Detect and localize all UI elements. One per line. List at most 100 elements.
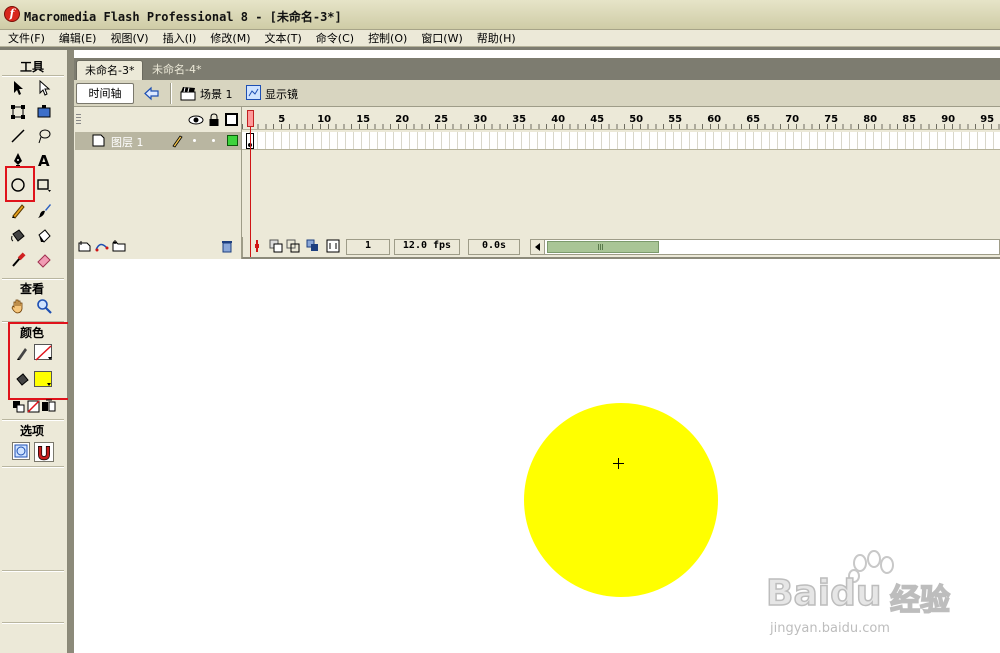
modify-onion-markers-icon[interactable] bbox=[326, 239, 340, 253]
fill-color-label bbox=[12, 370, 32, 390]
scene-label[interactable]: 场景 1 bbox=[200, 86, 233, 102]
lasso-tool[interactable] bbox=[34, 126, 54, 146]
menu-commands[interactable]: 命令(C) bbox=[308, 30, 360, 47]
ruler-label: 65 bbox=[746, 114, 761, 125]
window-title: Macromedia Flash Professional 8 - [未命名-3… bbox=[24, 10, 342, 24]
watermark-product: 经验 bbox=[889, 582, 951, 619]
menu-text[interactable]: 文本(T) bbox=[256, 30, 307, 47]
stage[interactable]: Baidu 经验 jingyan.baidu.com bbox=[74, 261, 1000, 653]
stage-view-icon bbox=[246, 85, 261, 100]
pencil-icon bbox=[12, 204, 25, 219]
yellow-circle[interactable] bbox=[524, 403, 718, 597]
stage-view-label[interactable]: 显示镜 bbox=[265, 86, 298, 102]
back-button[interactable] bbox=[142, 84, 162, 103]
ruler-label: 60 bbox=[707, 114, 722, 125]
onion-markers-glyph-icon bbox=[326, 239, 340, 253]
object-drawing-button[interactable] bbox=[12, 442, 30, 460]
stroke-color-label bbox=[12, 343, 32, 363]
free-transform-tool[interactable] bbox=[8, 102, 28, 122]
menu-modify[interactable]: 修改(M) bbox=[202, 30, 256, 47]
frames-row[interactable] bbox=[242, 132, 1000, 150]
ruler-label: 45 bbox=[590, 114, 605, 125]
menu-view[interactable]: 视图(V) bbox=[102, 30, 154, 47]
ruler-label: 10 bbox=[317, 114, 332, 125]
visibility-dot[interactable] bbox=[193, 139, 196, 142]
subselection-tool[interactable] bbox=[34, 78, 54, 98]
transform-icon bbox=[11, 105, 25, 119]
controls-divider bbox=[242, 237, 243, 257]
drag-grip-icon[interactable] bbox=[76, 114, 81, 126]
view-title: 查看 bbox=[19, 282, 44, 296]
oval-tool-highlight bbox=[5, 166, 35, 202]
tools-divider bbox=[2, 419, 64, 421]
hand-icon bbox=[11, 299, 23, 314]
tools-divider bbox=[2, 570, 64, 572]
tab-untitled-4[interactable]: 未命名-4* bbox=[144, 60, 209, 80]
fill-bucket-icon bbox=[16, 373, 29, 386]
snap-to-objects-button[interactable] bbox=[34, 442, 54, 462]
fill-color-swatch[interactable] bbox=[34, 371, 52, 387]
eraser-icon bbox=[37, 254, 51, 268]
ink-bottle-tool[interactable] bbox=[8, 226, 28, 246]
center-frame-icon[interactable] bbox=[250, 239, 264, 253]
stage-view-glyph-icon bbox=[246, 85, 261, 100]
menu-window[interactable]: 窗口(W) bbox=[413, 30, 468, 47]
add-motion-guide-icon[interactable] bbox=[95, 239, 109, 253]
paint-bucket-tool[interactable] bbox=[34, 226, 54, 246]
menu-help[interactable]: 帮助(H) bbox=[469, 30, 522, 47]
layer-page-icon bbox=[92, 134, 105, 147]
grip-icon bbox=[598, 244, 604, 250]
flash-app-icon[interactable]: f bbox=[4, 6, 20, 22]
delete-layer-icon[interactable] bbox=[220, 239, 234, 253]
scroll-left-button[interactable] bbox=[531, 240, 545, 254]
tools-divider bbox=[2, 466, 64, 468]
outline-color-swatch[interactable] bbox=[227, 135, 238, 146]
menu-edit[interactable]: 编辑(E) bbox=[51, 30, 103, 47]
eyedropper-icon bbox=[12, 252, 26, 267]
ruler-label: 25 bbox=[434, 114, 449, 125]
ruler-label: 70 bbox=[785, 114, 800, 125]
menu-bar: 文件(F) 编辑(E) 视图(V) 插入(I) 修改(M) 文本(T) 命令(C) 控制(O)… bbox=[0, 30, 1000, 47]
frame-ruler[interactable]: 15101520253035404550556065707580859095 bbox=[242, 110, 1000, 130]
layer-row[interactable]: 图层 1 bbox=[75, 132, 241, 150]
lock-icon[interactable] bbox=[208, 113, 220, 127]
stroke-color-swatch[interactable] bbox=[34, 344, 52, 361]
eye-icon[interactable] bbox=[188, 113, 204, 127]
gradient-transform-tool[interactable] bbox=[34, 102, 54, 122]
onion-skin-outlines-icon[interactable] bbox=[286, 239, 300, 253]
onion-skin-icon[interactable] bbox=[269, 239, 283, 253]
menu-insert[interactable]: 插入(I) bbox=[155, 30, 203, 47]
tools-divider bbox=[2, 622, 64, 624]
playhead[interactable] bbox=[247, 110, 254, 127]
zoom-tool[interactable] bbox=[34, 296, 54, 316]
lock-dot[interactable] bbox=[212, 139, 215, 142]
timeline-toggle-button[interactable]: 时间轴 bbox=[76, 83, 134, 104]
line-tool[interactable] bbox=[8, 126, 28, 146]
edit-multiple-frames-icon[interactable] bbox=[306, 239, 320, 253]
selection-tool[interactable] bbox=[8, 78, 28, 98]
edit-bar-divider bbox=[170, 83, 172, 104]
current-frame-field[interactable]: 1 bbox=[346, 239, 390, 255]
scroll-thumb[interactable] bbox=[547, 241, 659, 253]
eraser-tool[interactable] bbox=[34, 250, 54, 270]
frame-rate-field[interactable]: 12.0 fps bbox=[394, 239, 460, 255]
eye-glyph-icon bbox=[188, 115, 204, 125]
menu-control[interactable]: 控制(O) bbox=[360, 30, 413, 47]
text-tool[interactable]: A bbox=[34, 150, 54, 170]
timeline-scrollbar[interactable] bbox=[530, 239, 1000, 255]
brush-tool[interactable] bbox=[34, 201, 54, 221]
rectangle-tool[interactable] bbox=[34, 175, 54, 195]
magnet-icon bbox=[38, 446, 50, 461]
eyedropper-tool[interactable] bbox=[8, 250, 28, 270]
menu-file[interactable]: 文件(F) bbox=[0, 30, 51, 47]
layer-name[interactable]: 图层 1 bbox=[111, 134, 144, 150]
insert-layer-folder-icon[interactable] bbox=[112, 239, 126, 253]
ruler-label: 90 bbox=[941, 114, 956, 125]
swap-colors-button[interactable] bbox=[39, 397, 59, 417]
tools-divider bbox=[2, 75, 64, 77]
hand-tool[interactable] bbox=[8, 296, 28, 316]
add-layer-icon[interactable] bbox=[78, 239, 92, 253]
pencil-tool[interactable] bbox=[8, 201, 28, 221]
outline-icon[interactable] bbox=[225, 113, 238, 126]
tab-untitled-3[interactable]: 未命名-3* bbox=[76, 60, 144, 80]
